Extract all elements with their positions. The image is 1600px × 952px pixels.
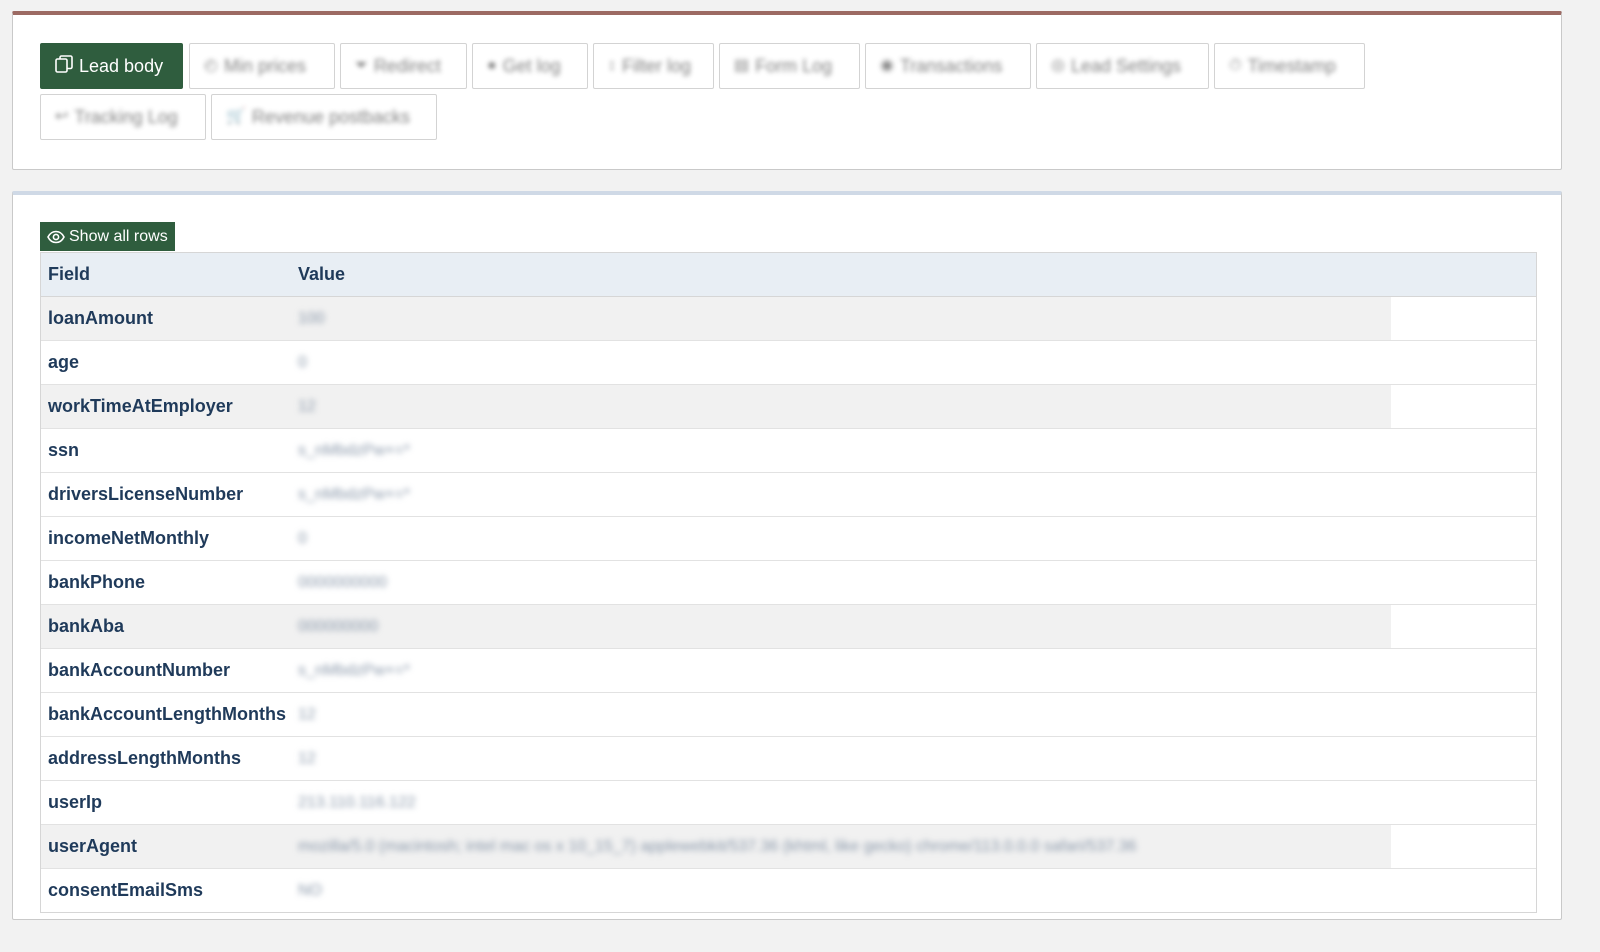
field-value: 213.110.116.122 — [298, 793, 416, 811]
table-row: consentEmailSms NO — [41, 869, 1536, 912]
table-row: driversLicenseNumber s_nMbdzPw+=* — [41, 473, 1536, 517]
tab-label: Get log — [502, 55, 561, 76]
clock-icon: ◴ — [204, 57, 218, 74]
drop-icon: ● — [487, 57, 497, 74]
column-header-value: Value — [298, 264, 346, 284]
field-name: userIp — [48, 792, 103, 812]
tab-transactions[interactable]: ◉ Transactions — [865, 43, 1031, 89]
field-value: 100 — [298, 309, 325, 327]
lead-body-panel: Show all rows Field Value loanAmount 100 a… — [12, 191, 1562, 920]
field-value: 12 — [298, 397, 316, 415]
field-name: consentEmailSms — [48, 880, 204, 900]
tab-timestamp[interactable]: ⏱ Timestamp — [1214, 43, 1365, 89]
tab-lead-settings[interactable]: ◎ Lead Settings — [1036, 43, 1209, 89]
tab-label: Transactions — [899, 55, 1003, 76]
tab-label: Form Log — [755, 55, 833, 76]
field-value: NO — [298, 881, 322, 899]
field-value: 12 — [298, 705, 316, 723]
tabs-panel: Lead body ◴ Min prices ⏷ Redirect ● Get … — [12, 11, 1562, 170]
table-row: userAgent mozilla/5.0 (macintosh; intel m… — [41, 825, 1536, 869]
arrows-vertical-icon: ↕ — [608, 57, 616, 74]
settings-icon: ◎ — [1051, 57, 1065, 74]
tab-label: Filter log — [622, 55, 692, 76]
copy-icon — [55, 55, 73, 77]
table-row: userIp 213.110.116.122 — [41, 781, 1536, 825]
lead-body-table: Field Value loanAmount 100 age 0 workTimeAtE… — [40, 252, 1537, 913]
table-header: Field Value — [41, 253, 1536, 297]
field-name: bankPhone — [48, 572, 146, 592]
tab-label: Tracking Log — [74, 106, 178, 127]
table-row: loanAmount 100 — [41, 297, 1536, 341]
tab-min-prices[interactable]: ◴ Min prices — [189, 43, 335, 89]
table-row: workTimeAtEmployer 12 — [41, 385, 1536, 429]
field-name: incomeNetMonthly — [48, 528, 210, 548]
field-name: age — [48, 352, 80, 372]
field-value: s_nMbdzPw+=* — [298, 485, 411, 503]
table-row: age 0 — [41, 341, 1536, 385]
tab-label: Min prices — [223, 55, 306, 76]
field-name: bankAccountNumber — [48, 660, 231, 680]
tab-label: Timestamp — [1247, 55, 1336, 76]
show-all-rows-label: Show all rows — [69, 227, 168, 245]
tab-get-log[interactable]: ● Get log — [472, 43, 588, 89]
field-name: bankAccountLengthMonths — [48, 704, 286, 724]
field-name: ssn — [48, 440, 80, 460]
eye-icon — [47, 230, 65, 243]
tab-lead-body[interactable]: Lead body — [40, 43, 183, 89]
table-row: bankAba 000000000 — [41, 605, 1536, 649]
table-row: addressLengthMonths 12 — [41, 737, 1536, 781]
tab-label: Lead Settings — [1070, 55, 1182, 76]
tab-label: Revenue postbacks — [251, 106, 411, 127]
field-value: 0 — [298, 353, 307, 371]
field-value: s_nMbdzPw+=* — [298, 441, 411, 459]
field-name: loanAmount — [48, 308, 153, 328]
table-row: incomeNetMonthly 0 — [41, 517, 1536, 561]
field-name: workTimeAtEmployer — [48, 396, 233, 416]
table-row: bankPhone 0000000000 — [41, 561, 1536, 605]
tab-label: Lead body — [79, 55, 164, 76]
field-name: driversLicenseNumber — [48, 484, 244, 504]
cart-icon: 🛒 — [226, 108, 246, 125]
tab-tracking-log[interactable]: ↩ Tracking Log — [40, 94, 206, 140]
tab-redirect[interactable]: ⏷ Redirect — [340, 43, 467, 89]
table-row: bankAccountNumber s_nMbdzPw+=* — [41, 649, 1536, 693]
field-name: userAgent — [48, 836, 138, 856]
timer-icon: ⏱ — [1229, 57, 1242, 74]
tab-form-log[interactable]: ▤ Form Log — [719, 43, 860, 89]
filter-icon: ⏷ — [355, 57, 368, 74]
coin-icon: ◉ — [880, 57, 894, 74]
reply-icon: ↩ — [55, 108, 69, 125]
field-value: 0000000000 — [298, 573, 387, 591]
field-value: s_nMbdzPw+=* — [298, 661, 411, 679]
tab-label: Redirect — [373, 55, 441, 76]
field-name: addressLengthMonths — [48, 748, 242, 768]
field-name: bankAba — [48, 616, 125, 636]
table-row: ssn s_nMbdzPw+=* — [41, 429, 1536, 473]
column-header-field: Field — [48, 264, 91, 284]
show-all-rows-button[interactable]: Show all rows — [40, 222, 175, 251]
tab-filter-log[interactable]: ↕ Filter log — [593, 43, 714, 89]
field-value: 000000000 — [298, 617, 379, 635]
field-value: 12 — [298, 749, 316, 767]
table-row: bankAccountLengthMonths 12 — [41, 693, 1536, 737]
tab-revenue-postbacks[interactable]: 🛒 Revenue postbacks — [211, 94, 437, 140]
field-value: mozilla/5.0 (macintosh; intel mac os x 1… — [298, 837, 1137, 855]
form-icon: ▤ — [734, 57, 750, 74]
field-value: 0 — [298, 529, 307, 547]
